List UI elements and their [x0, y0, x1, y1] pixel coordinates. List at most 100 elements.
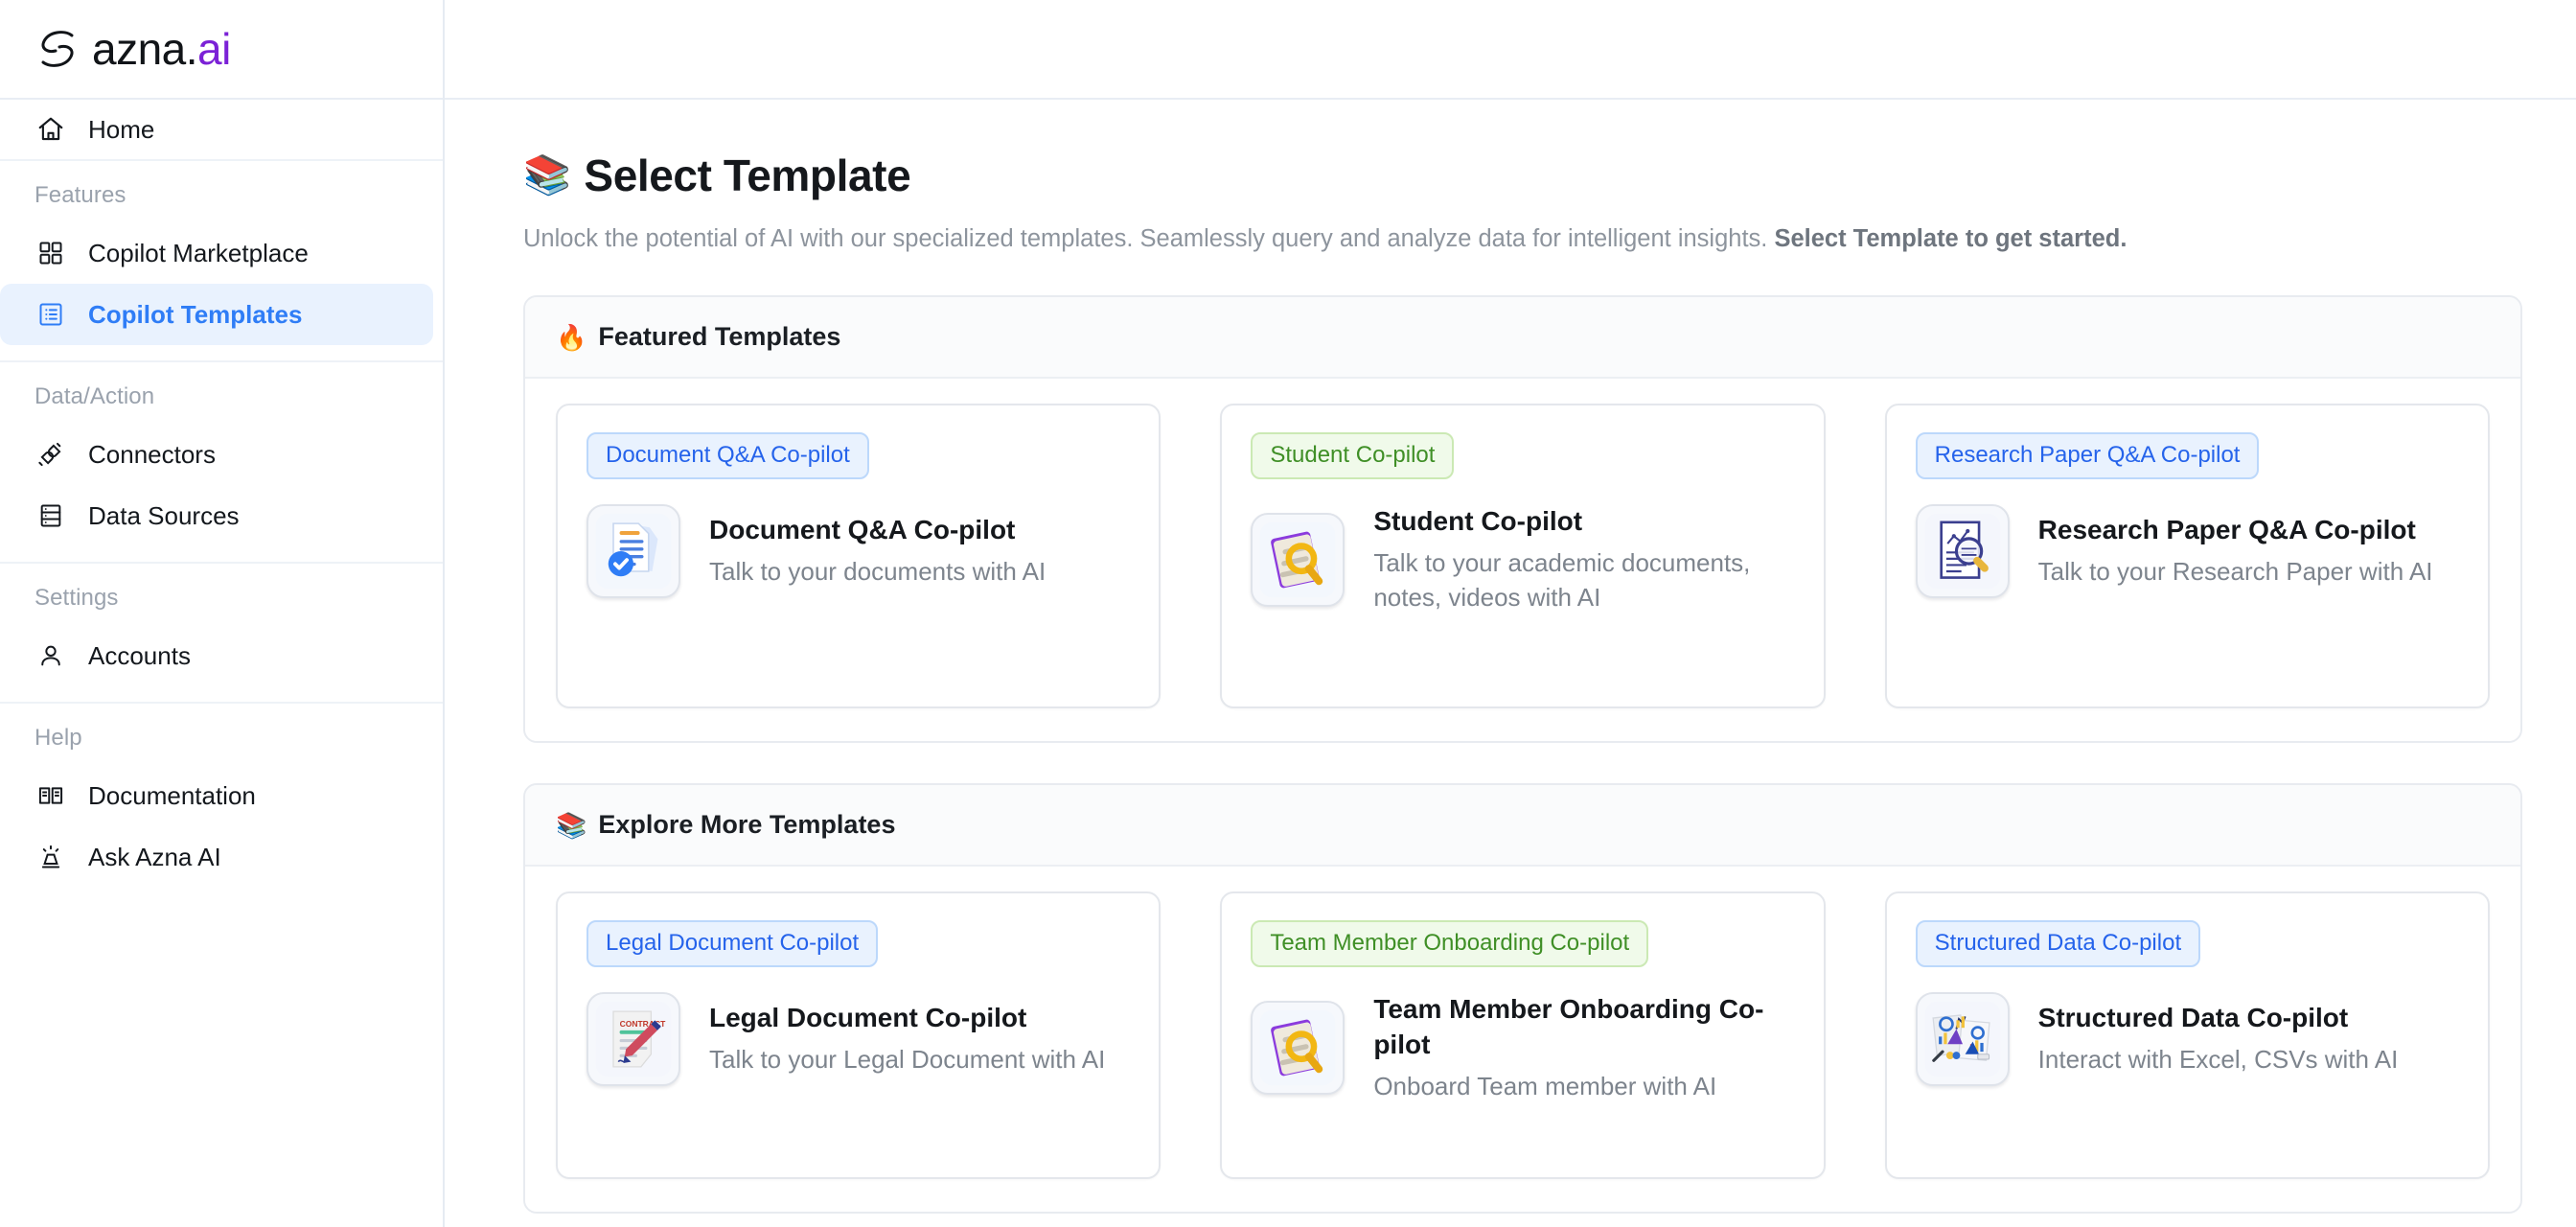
sidebar-item-copilot-templates[interactable]: Copilot Templates — [0, 284, 433, 345]
sidebar-item-data-sources[interactable]: Data Sources — [0, 485, 443, 546]
sidebar-item-label-home: Home — [88, 114, 155, 144]
sidebar-group-features: Features Copilot Marketplace Copilot Tem… — [0, 161, 443, 362]
sidebar-item-accounts[interactable]: Accounts — [0, 625, 443, 686]
template-card-title: Structured Data Co-pilot — [2037, 1003, 2349, 1033]
card-grid-explore: Legal Document Co-pilot CONTRACT Legal D… — [525, 867, 2520, 1213]
brand-logo[interactable]: azna.ai — [0, 0, 443, 100]
page-subtitle: Unlock the potential of AI with our spec… — [523, 222, 2522, 255]
sidebar-group-data-action: Data/Action Connectors Data Sources — [0, 362, 443, 564]
sidebar-item-ask-azna-ai[interactable]: Ask Azna AI — [0, 826, 443, 888]
template-card-text: Research Paper Q&A Co-pilot Talk to your… — [2038, 513, 2459, 589]
section-featured-templates: 🔥 Featured Templates Document Q&A Co-pil… — [523, 295, 2522, 744]
template-card-title: Legal Document Co-pilot — [709, 1003, 1027, 1033]
template-card-body: Research Paper Q&A Co-pilot Talk to your… — [1915, 503, 2459, 598]
section-title-explore: Explore More Templates — [598, 810, 896, 840]
charts-report-icon — [1915, 991, 2010, 1086]
section-title-featured: Featured Templates — [598, 322, 841, 352]
template-badge: Research Paper Q&A Co-pilot — [1915, 432, 2260, 479]
sidebar-item-connectors[interactable]: Connectors — [0, 424, 443, 485]
list-box-icon — [34, 298, 67, 331]
user-icon — [34, 639, 67, 672]
template-badge: Document Q&A Co-pilot — [586, 432, 869, 479]
azna-logo-icon — [33, 24, 82, 74]
notes-magnifier-icon — [1251, 512, 1346, 607]
section-header-explore: 📚 Explore More Templates — [525, 785, 2520, 868]
sidebar-group-label-help: Help — [34, 725, 82, 751]
template-card-desc: Talk to your Research Paper with AI — [2037, 557, 2433, 587]
template-card-title: Document Q&A Co-pilot — [709, 515, 1016, 545]
page-title-text: Select Template — [584, 150, 911, 200]
template-card-text: Legal Document Co-pilot Talk to your Leg… — [709, 1001, 1130, 1077]
main-body: 📚 Select Template Unlock the potential o… — [445, 100, 2576, 1215]
sidebar-item-label-ask-azna-ai: Ask Azna AI — [88, 842, 221, 871]
books-icon: 📚 — [523, 154, 571, 197]
lamp-icon — [34, 841, 67, 873]
template-card-legal-document[interactable]: Legal Document Co-pilot CONTRACT Legal D… — [556, 891, 1162, 1180]
plug-icon — [34, 438, 67, 471]
sidebar-item-label-accounts: Accounts — [88, 640, 191, 670]
page-subtitle-bold: Select Template to get started. — [1774, 225, 2128, 252]
sidebar-group-label-features: Features — [34, 182, 126, 208]
sidebar-group-help: Help Documentation Ask Azna AI — [0, 704, 443, 888]
template-card-title: Team Member Onboarding Co-pilot — [1373, 993, 1764, 1059]
app-root: azna.ai Home Features Copilot Marketplac… — [0, 0, 2576, 1227]
fire-icon: 🔥 — [556, 322, 587, 352]
research-paper-icon — [1915, 503, 2010, 598]
page-subtitle-plain: Unlock the potential of AI with our spec… — [523, 225, 1775, 252]
notes-magnifier-icon — [1251, 1000, 1346, 1095]
brand-name-dot: . — [185, 24, 198, 74]
sidebar-item-label-copilot-marketplace: Copilot Marketplace — [88, 238, 309, 267]
template-card-team-member-onboarding[interactable]: Team Member Onboarding Co-pilot Team Mem… — [1220, 891, 1826, 1180]
template-card-desc: Talk to your documents with AI — [709, 557, 1046, 587]
sidebar-item-copilot-marketplace[interactable]: Copilot Marketplace — [0, 222, 443, 284]
sidebar-item-home[interactable]: Home — [0, 100, 443, 161]
book-open-icon — [34, 779, 67, 812]
template-card-text: Structured Data Co-pilot Interact with E… — [2038, 1001, 2459, 1077]
template-card-body: Team Member Onboarding Co-pilot Onboard … — [1251, 992, 1794, 1103]
template-card-title: Student Co-pilot — [1373, 505, 1583, 536]
document-check-icon — [586, 503, 680, 598]
sidebar-item-label-documentation: Documentation — [88, 780, 256, 810]
template-card-title: Research Paper Q&A Co-pilot — [2037, 515, 2416, 545]
sidebar-item-documentation[interactable]: Documentation — [0, 765, 443, 826]
sidebar: azna.ai Home Features Copilot Marketplac… — [0, 0, 445, 1227]
template-card-desc: Interact with Excel, CSVs with AI — [2037, 1045, 2399, 1075]
template-card-desc: Talk to your Legal Document with AI — [709, 1045, 1106, 1075]
sidebar-item-label-copilot-templates: Copilot Templates — [88, 299, 303, 329]
template-card-body: Student Co-pilot Talk to your academic d… — [1251, 504, 1794, 615]
books-icon: 📚 — [556, 810, 587, 840]
template-card-body: Document Q&A Co-pilot Talk to your docum… — [586, 503, 1130, 598]
template-card-text: Student Co-pilot Talk to your academic d… — [1373, 504, 1794, 615]
sidebar-item-label-data-sources: Data Sources — [88, 500, 240, 530]
template-card-student[interactable]: Student Co-pilot Student Co-pilot Talk t… — [1220, 404, 1826, 709]
template-card-text: Team Member Onboarding Co-pilot Onboard … — [1373, 992, 1794, 1103]
main-content: 📚 Select Template Unlock the potential o… — [445, 0, 2576, 1227]
template-badge: Legal Document Co-pilot — [586, 920, 879, 967]
template-card-research-paper-qa[interactable]: Research Paper Q&A Co-pilot Research Pap… — [1884, 404, 2490, 709]
template-badge: Structured Data Co-pilot — [1915, 920, 2201, 967]
template-card-body: CONTRACT Legal Document Co-pilot Talk to… — [586, 991, 1130, 1086]
sidebar-group-settings: Settings Accounts — [0, 564, 443, 704]
brand-name-suffix: ai — [197, 24, 231, 74]
grid-icon — [34, 237, 67, 269]
sidebar-group-label-settings: Settings — [34, 585, 119, 611]
template-card-document-qa[interactable]: Document Q&A Co-pilot Document Q&A Co-pi… — [556, 404, 1162, 709]
main-topbar — [445, 0, 2576, 100]
database-icon — [34, 499, 67, 532]
template-card-structured-data[interactable]: Structured Data Co-pilot Structured Data… — [1884, 891, 2490, 1180]
template-card-desc: Onboard Team member with AI — [1373, 1071, 1717, 1100]
page-title: 📚 Select Template — [523, 150, 2522, 201]
template-card-body: Structured Data Co-pilot Interact with E… — [1915, 991, 2459, 1086]
template-card-text: Document Q&A Co-pilot Talk to your docum… — [709, 513, 1130, 589]
home-icon — [34, 113, 67, 146]
sidebar-item-label-connectors: Connectors — [88, 439, 216, 469]
section-header-featured: 🔥 Featured Templates — [525, 297, 2520, 380]
template-card-desc: Talk to your academic documents, notes, … — [1373, 547, 1751, 613]
contract-pen-icon: CONTRACT — [586, 991, 680, 1086]
section-explore-more-templates: 📚 Explore More Templates Legal Document … — [523, 783, 2522, 1215]
card-grid-featured: Document Q&A Co-pilot Document Q&A Co-pi… — [525, 379, 2520, 742]
brand-name-main: azna — [92, 24, 186, 74]
sidebar-group-label-data-action: Data/Action — [34, 383, 155, 409]
brand-name: azna.ai — [92, 23, 231, 75]
template-badge: Team Member Onboarding Co-pilot — [1251, 920, 1649, 967]
